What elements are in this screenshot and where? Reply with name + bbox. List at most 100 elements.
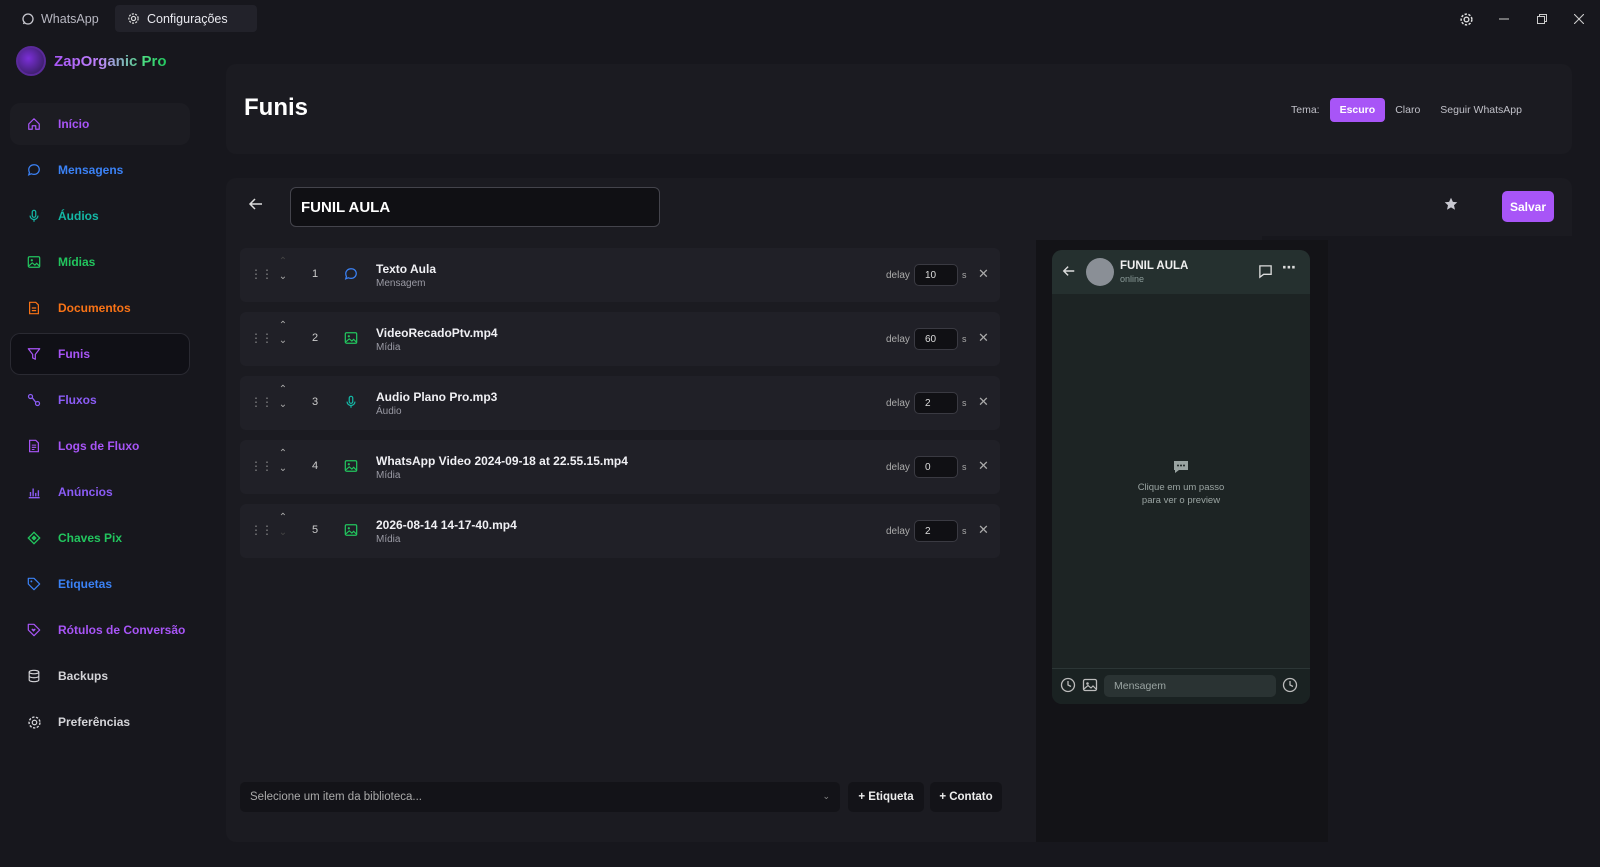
- sidebar-item-mensagens[interactable]: Mensagens: [10, 149, 190, 191]
- chevron-up-icon[interactable]: ⌃: [279, 512, 287, 523]
- chevron-down-icon[interactable]: ⌄: [279, 399, 287, 410]
- document-icon: [26, 300, 42, 316]
- sidebar-item-anuncios[interactable]: Anúncios: [10, 471, 190, 513]
- sidebar-item-rotulos-de-conversao[interactable]: Rótulos de Conversão: [10, 609, 190, 651]
- chat-icon[interactable]: [1258, 264, 1273, 284]
- step-number: 3: [312, 396, 319, 408]
- page-title: Funis: [244, 94, 308, 121]
- remove-step-icon[interactable]: ✕: [978, 458, 989, 474]
- funnel-name-input[interactable]: FUNIL AULA: [290, 187, 660, 227]
- theme-option-claro[interactable]: Claro: [1395, 104, 1420, 116]
- restore-button[interactable]: [1531, 8, 1553, 30]
- remove-step-icon[interactable]: ✕: [978, 522, 989, 538]
- step-type: Mídia: [376, 470, 401, 481]
- image-icon: [344, 523, 360, 539]
- settings-gear-button[interactable]: [1455, 8, 1477, 30]
- tag-icon: [26, 576, 42, 592]
- delay-input[interactable]: 0: [914, 456, 958, 478]
- minimize-button[interactable]: [1493, 8, 1515, 30]
- schedule-clock-icon[interactable]: [1282, 677, 1298, 698]
- funnel-step[interactable]: ⋮⋮ ⌃ ⌄ 2 VideoRecadoPtv.mp4 Mídia delay …: [240, 312, 1000, 366]
- database-icon: [26, 668, 42, 684]
- sidebar-item-midias[interactable]: Mídias: [10, 241, 190, 283]
- close-icon: [1574, 14, 1584, 24]
- home-icon: [26, 116, 42, 132]
- theme-label: Tema:: [1290, 104, 1320, 116]
- chevron-down-icon[interactable]: ⌄: [279, 527, 287, 538]
- sidebar-item-label: Logs de Fluxo: [58, 439, 140, 453]
- theme-switcher: Tema: Escuro Claro Seguir WhatsApp: [1291, 98, 1522, 122]
- flow-icon: [26, 392, 42, 408]
- funnel-step[interactable]: ⋮⋮ ⌃ ⌄ 4 WhatsApp Video 2024-09-18 at 22…: [240, 440, 1000, 494]
- more-options-icon[interactable]: ⋯: [1282, 259, 1296, 276]
- sidebar-item-preferencias[interactable]: Preferências: [10, 701, 190, 743]
- tab-configuracoes[interactable]: Configurações: [115, 5, 257, 32]
- tab-whatsapp[interactable]: WhatsApp: [10, 5, 111, 32]
- funnel-step[interactable]: ⋮⋮ ⌃ ⌄ 1 Texto Aula Mensagem delay 10 s …: [240, 248, 1000, 302]
- step-type: Mídia: [376, 342, 401, 353]
- favorite-button[interactable]: [1444, 197, 1458, 216]
- editor-toolbar: FUNIL AULA Salvar: [226, 178, 1572, 236]
- remove-step-icon[interactable]: ✕: [978, 330, 989, 346]
- sidebar: ZapOrganic Pro Início Mensagens Áudios Mídi…: [0, 36, 202, 867]
- chevron-up-icon[interactable]: ⌃: [279, 256, 287, 267]
- sidebar-item-funis[interactable]: Funis: [10, 333, 190, 375]
- delay-input[interactable]: 2: [914, 520, 958, 542]
- chat-bubble-icon: [26, 162, 42, 178]
- sidebar-item-logs-de-fluxo[interactable]: Logs de Fluxo: [10, 425, 190, 467]
- clock-icon[interactable]: [1060, 677, 1076, 698]
- sidebar-item-label: Etiquetas: [58, 577, 113, 591]
- sidebar-item-label: Documentos: [58, 301, 131, 315]
- restore-icon: [1537, 14, 1547, 24]
- minimize-icon: [1499, 18, 1509, 20]
- step-number: 1: [312, 268, 319, 280]
- remove-step-icon[interactable]: ✕: [978, 266, 989, 282]
- step-title: 2026-08-14 14-17-40.mp4: [376, 518, 517, 532]
- delay-label: delay: [886, 334, 910, 345]
- add-tag-button[interactable]: + Etiqueta: [848, 782, 924, 812]
- step-title: WhatsApp Video 2024-09-18 at 22.55.15.mp…: [376, 454, 628, 468]
- back-button[interactable]: [248, 196, 264, 217]
- chevron-down-icon[interactable]: ⌄: [279, 271, 287, 282]
- drag-handle-icon[interactable]: ⋮⋮: [250, 395, 273, 409]
- chevron-up-icon[interactable]: ⌃: [279, 448, 287, 459]
- sidebar-item-fluxos[interactable]: Fluxos: [10, 379, 190, 421]
- add-contact-button[interactable]: + Contato: [930, 782, 1002, 812]
- sidebar-item-chaves-pix[interactable]: Chaves Pix: [10, 517, 190, 559]
- chat-back-icon[interactable]: [1062, 264, 1076, 283]
- bar-chart-icon: [26, 484, 42, 500]
- chevron-up-icon[interactable]: ⌃: [279, 384, 287, 395]
- image-attach-icon[interactable]: [1082, 677, 1098, 698]
- sidebar-item-backups[interactable]: Backups: [10, 655, 190, 697]
- sidebar-item-audios[interactable]: Áudios: [10, 195, 190, 237]
- drag-handle-icon[interactable]: ⋮⋮: [250, 459, 273, 473]
- drag-handle-icon[interactable]: ⋮⋮: [250, 331, 273, 345]
- delay-input[interactable]: 10: [914, 264, 958, 286]
- delay-label: delay: [886, 526, 910, 537]
- drag-handle-icon[interactable]: ⋮⋮: [250, 523, 273, 537]
- theme-option-seguir-whatsapp[interactable]: Seguir WhatsApp: [1440, 104, 1522, 116]
- sidebar-item-label: Início: [58, 117, 90, 131]
- remove-step-icon[interactable]: ✕: [978, 394, 989, 410]
- message-input[interactable]: Mensagem: [1104, 675, 1276, 697]
- delay-unit: s: [962, 334, 967, 344]
- message-dots-icon: [1174, 461, 1188, 473]
- library-select[interactable]: Selecione um item da biblioteca... ⌄: [240, 782, 840, 812]
- close-window-button[interactable]: [1568, 8, 1590, 30]
- theme-option-escuro[interactable]: Escuro: [1329, 98, 1386, 122]
- chevron-down-icon[interactable]: ⌄: [279, 463, 287, 474]
- delay-label: delay: [886, 462, 910, 473]
- chevron-down-icon[interactable]: ⌄: [279, 335, 287, 346]
- funnel-step[interactable]: ⋮⋮ ⌃ ⌄ 3 Audio Plano Pro.mp3 Áudio delay…: [240, 376, 1000, 430]
- delay-input[interactable]: 60: [914, 328, 958, 350]
- sidebar-item-etiquetas[interactable]: Etiquetas: [10, 563, 190, 605]
- delay-input[interactable]: 2: [914, 392, 958, 414]
- step-number: 2: [312, 332, 319, 344]
- save-button[interactable]: Salvar: [1502, 191, 1554, 222]
- sidebar-item-inicio[interactable]: Início: [10, 103, 190, 145]
- funnel-step[interactable]: ⋮⋮ ⌃ ⌄ 5 2026-08-14 14-17-40.mp4 Mídia d…: [240, 504, 1000, 558]
- sidebar-item-documentos[interactable]: Documentos: [10, 287, 190, 329]
- chevron-up-icon[interactable]: ⌃: [279, 320, 287, 331]
- preview-empty-state: Clique em um passo para ver o preview: [1052, 460, 1310, 508]
- drag-handle-icon[interactable]: ⋮⋮: [250, 267, 273, 281]
